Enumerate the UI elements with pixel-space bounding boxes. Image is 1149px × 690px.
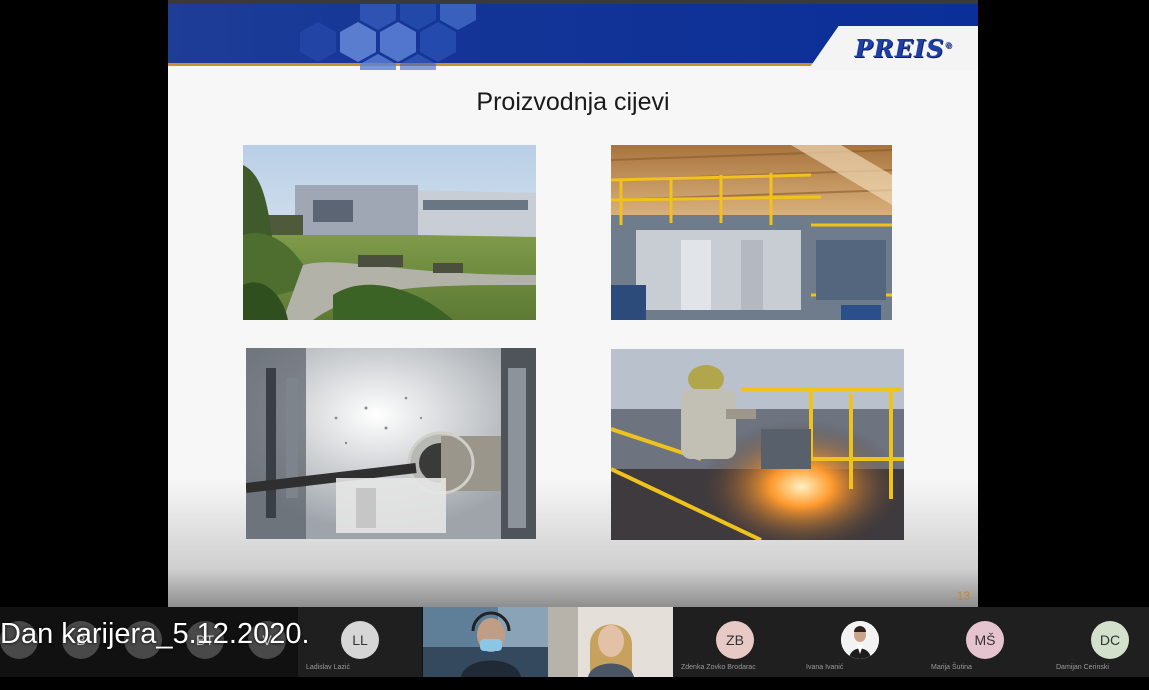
participant-video-tile[interactable]: [548, 607, 673, 677]
participant-avatar: ZB: [716, 621, 754, 659]
session-title-overlay: Dan karijera_5.12.2020.: [0, 618, 310, 650]
brand-logo: PREIS®: [854, 33, 954, 63]
participant-avatar: MŠ: [966, 621, 1004, 659]
brand-logo-box: PREIS®: [808, 26, 978, 70]
industrial-plant-interior-photo: [611, 145, 892, 320]
presentation-slide: PREIS® Proizvodnja cijevi 13: [168, 0, 978, 607]
participant-name: Zdenka Zovko Brodarac: [681, 664, 756, 671]
participant-name: Ivana Ivanić: [806, 664, 844, 671]
factory-building-photo: [243, 145, 536, 320]
pipe-cutting-photo: [246, 348, 536, 539]
participant-photo-avatar: [841, 621, 879, 659]
hexagon-pattern: [300, 4, 476, 70]
slide-title: Proizvodnja cijevi: [476, 88, 670, 116]
steel-worker-photo: [611, 349, 904, 540]
participant-avatar: DC: [1091, 621, 1129, 659]
participant-tile[interactable]: LL Ladislav Lazić: [298, 607, 422, 677]
slide-number: 13: [956, 589, 970, 603]
participant-name: Damijan Cerinski: [1056, 664, 1109, 671]
participant-tile[interactable]: MŠ Marija Šutina: [923, 607, 1048, 677]
participant-video: [423, 607, 548, 677]
participant-avatar: LL: [341, 621, 379, 659]
participant-name: Ladislav Lazić: [306, 664, 350, 671]
participant-tile[interactable]: ZB Zdenka Zovko Brodarac: [673, 607, 798, 677]
participant-name: Marija Šutina: [931, 664, 972, 671]
participant-video: [548, 607, 673, 677]
slide-header-banner: PREIS®: [168, 0, 978, 70]
participant-video-tile[interactable]: [423, 607, 548, 677]
participant-tile[interactable]: DC Damijan Cerinski: [1048, 607, 1149, 677]
participant-tile[interactable]: Ivana Ivanić: [798, 607, 923, 677]
